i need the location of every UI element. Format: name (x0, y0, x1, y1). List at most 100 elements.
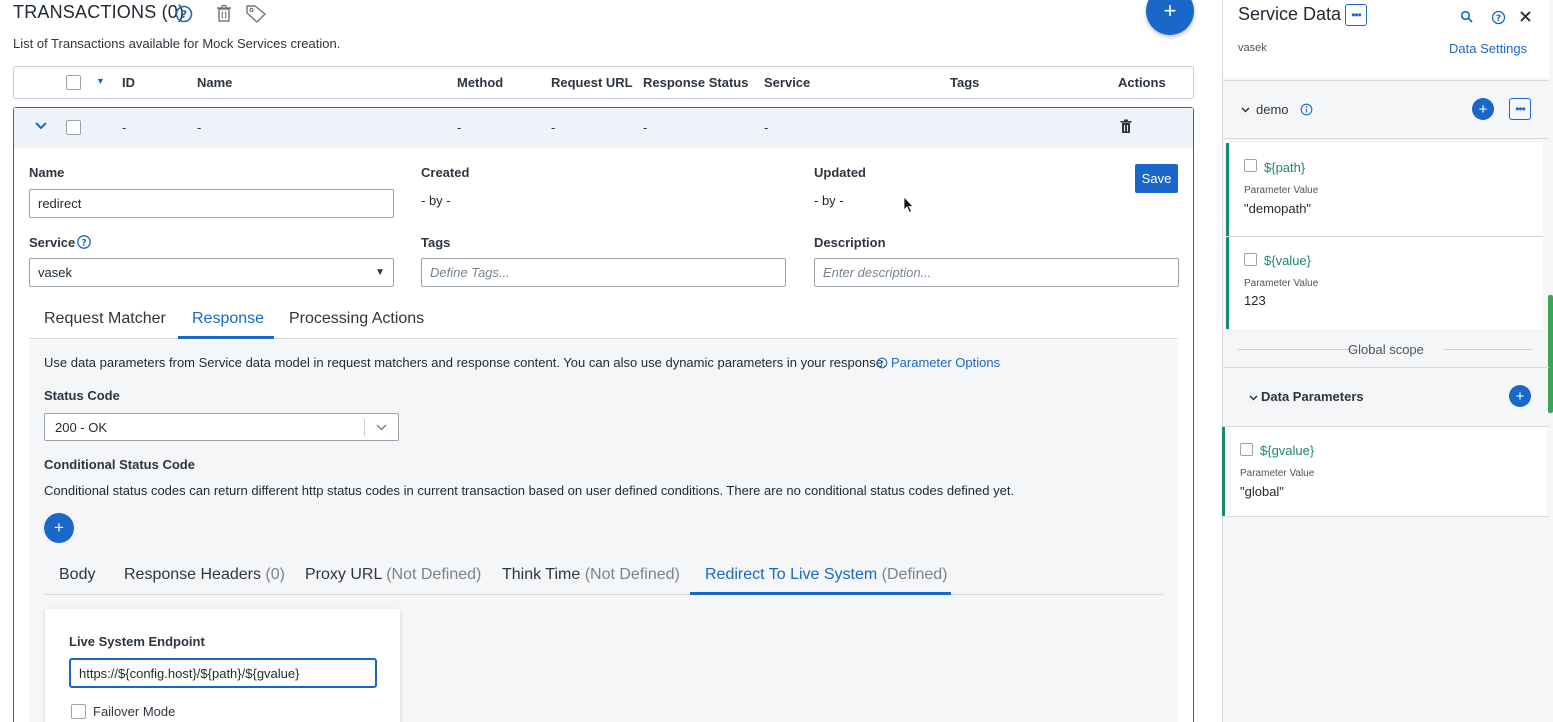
table-header: ▼ ID Name Method Request URL Response St… (13, 66, 1194, 99)
parameter-card[interactable]: ${value} Parameter Value 123 (1226, 237, 1543, 329)
tab-response-headers-label: Response Headers (124, 566, 261, 583)
side-panel-more-button[interactable]: ••• (1345, 4, 1367, 26)
tab-redirect-state: (Defined) (881, 566, 948, 583)
column-service[interactable]: Service (764, 75, 810, 90)
save-button[interactable]: Save (1135, 164, 1178, 193)
description-input[interactable]: Enter description... (814, 258, 1179, 287)
row-response-status: - (643, 120, 648, 135)
scope-chevron-icon[interactable] (1240, 103, 1251, 118)
info-icon[interactable] (1300, 103, 1313, 119)
column-name[interactable]: Name (197, 75, 232, 90)
tag-icon[interactable] (245, 3, 267, 23)
parameter-value-label: Parameter Value (1244, 185, 1319, 196)
tab-response[interactable]: Response (192, 310, 264, 328)
plus-icon: + (1478, 100, 1488, 118)
failover-mode-checkbox[interactable] (71, 704, 86, 719)
tab-body[interactable]: Body (59, 566, 95, 584)
data-settings-link[interactable]: Data Settings (1449, 41, 1527, 56)
parameter-options-link[interactable]: Parameter Options (891, 355, 1000, 370)
more-dots-icon: ••• (1351, 8, 1362, 22)
add-global-parameter-button[interactable]: + (1509, 385, 1531, 407)
column-tags[interactable]: Tags (950, 75, 979, 90)
column-response-status[interactable]: Response Status (643, 75, 748, 90)
plus-icon: + (1515, 387, 1525, 405)
tab-redirect-live-system[interactable]: Redirect To Live System (Defined) (705, 566, 947, 584)
live-system-endpoint-input[interactable]: https://${config.host}/${path}/${gvalue} (69, 658, 377, 688)
collapse-chevron-icon[interactable] (33, 118, 49, 137)
parameter-name[interactable]: ${path} (1264, 160, 1305, 175)
table-row[interactable] (14, 108, 1193, 148)
row-method: - (457, 120, 462, 135)
side-divider (1223, 516, 1549, 517)
scope-more-button[interactable]: ••• (1509, 98, 1531, 120)
parameter-value: 123 (1244, 293, 1266, 308)
tags-input[interactable]: Define Tags... (421, 258, 786, 287)
tab-proxy-url[interactable]: Proxy URL (Not Defined) (305, 566, 481, 584)
updated-value: - by - (814, 193, 844, 208)
tags-label: Tags (421, 235, 451, 250)
tab-response-headers-count: (0) (265, 566, 285, 583)
scope-name[interactable]: demo (1256, 102, 1289, 117)
add-transaction-button[interactable]: + (1146, 0, 1194, 35)
name-input[interactable]: redirect (29, 189, 394, 218)
trash-icon[interactable] (214, 3, 234, 23)
status-code-select[interactable]: 200 - OK (44, 413, 399, 441)
row-checkbox[interactable] (66, 120, 81, 135)
row-request-url: - (551, 120, 556, 135)
parameter-card[interactable]: ${gvalue} Parameter Value "global" (1222, 427, 1547, 516)
response-info-text: Use data parameters from Service data mo… (44, 355, 887, 370)
side-service-name: vasek (1238, 42, 1267, 54)
parameter-checkbox[interactable] (1244, 159, 1257, 172)
column-request-url[interactable]: Request URL (551, 75, 633, 90)
parameter-value: "global" (1240, 484, 1284, 499)
scope-divider-right (1444, 349, 1532, 350)
help-icon[interactable]: ? (1491, 10, 1506, 28)
close-icon[interactable] (1518, 9, 1533, 27)
parameter-checkbox[interactable] (1240, 443, 1253, 456)
add-conditional-status-button[interactable]: + (44, 513, 74, 543)
help-icon[interactable]: ? (174, 4, 194, 24)
scrollbar[interactable] (1548, 295, 1553, 413)
select-all-checkbox[interactable] (66, 75, 81, 90)
add-parameter-button[interactable]: + (1472, 98, 1494, 120)
data-parameters-label[interactable]: Data Parameters (1261, 389, 1364, 404)
tags-placeholder: Define Tags... (430, 265, 510, 280)
plus-icon: + (1163, 0, 1177, 23)
row-id: - (122, 120, 127, 135)
tab-think-time-label: Think Time (502, 566, 581, 583)
svg-text:?: ? (880, 360, 884, 368)
failover-mode-label: Failover Mode (93, 704, 176, 719)
column-id[interactable]: ID (122, 75, 135, 90)
tab-think-time-state: (Not Defined) (584, 566, 680, 583)
column-actions: Actions (1118, 75, 1166, 90)
created-value: - by - (421, 193, 451, 208)
tab-proxy-url-state: (Not Defined) (386, 566, 482, 583)
tab-response-headers[interactable]: Response Headers (0) (124, 566, 285, 584)
service-select[interactable]: vasek ▼ (29, 258, 394, 287)
parameter-value: "demopath" (1244, 201, 1312, 216)
tab-request-matcher[interactable]: Request Matcher (44, 310, 166, 328)
service-label: Service (29, 235, 76, 250)
service-help-icon[interactable]: ? (76, 234, 92, 253)
parameter-checkbox[interactable] (1244, 253, 1257, 266)
search-icon[interactable] (1460, 10, 1474, 27)
service-select-value: vasek (38, 265, 72, 280)
delete-row-icon[interactable] (1119, 119, 1133, 137)
column-method[interactable]: Method (457, 75, 503, 90)
updated-label: Updated (814, 165, 866, 180)
parameter-name[interactable]: ${gvalue} (1260, 443, 1314, 458)
description-label: Description (814, 235, 886, 250)
status-code-label: Status Code (44, 388, 120, 403)
svg-text:?: ? (81, 239, 86, 249)
conditional-status-label: Conditional Status Code (44, 457, 195, 472)
parameter-card[interactable]: ${path} Parameter Value "demopath" (1226, 143, 1543, 236)
svg-text:?: ? (181, 8, 187, 21)
tab-processing-actions[interactable]: Processing Actions (289, 310, 424, 328)
select-dropdown-icon[interactable]: ▼ (96, 76, 105, 86)
data-parameters-chevron-icon[interactable] (1248, 391, 1259, 406)
global-scope-label: Global scope (1348, 342, 1424, 357)
caret-down-icon: ▼ (375, 267, 385, 278)
tab-think-time[interactable]: Think Time (Not Defined) (502, 566, 680, 584)
parameter-name[interactable]: ${value} (1264, 253, 1311, 268)
created-label: Created (421, 165, 470, 180)
